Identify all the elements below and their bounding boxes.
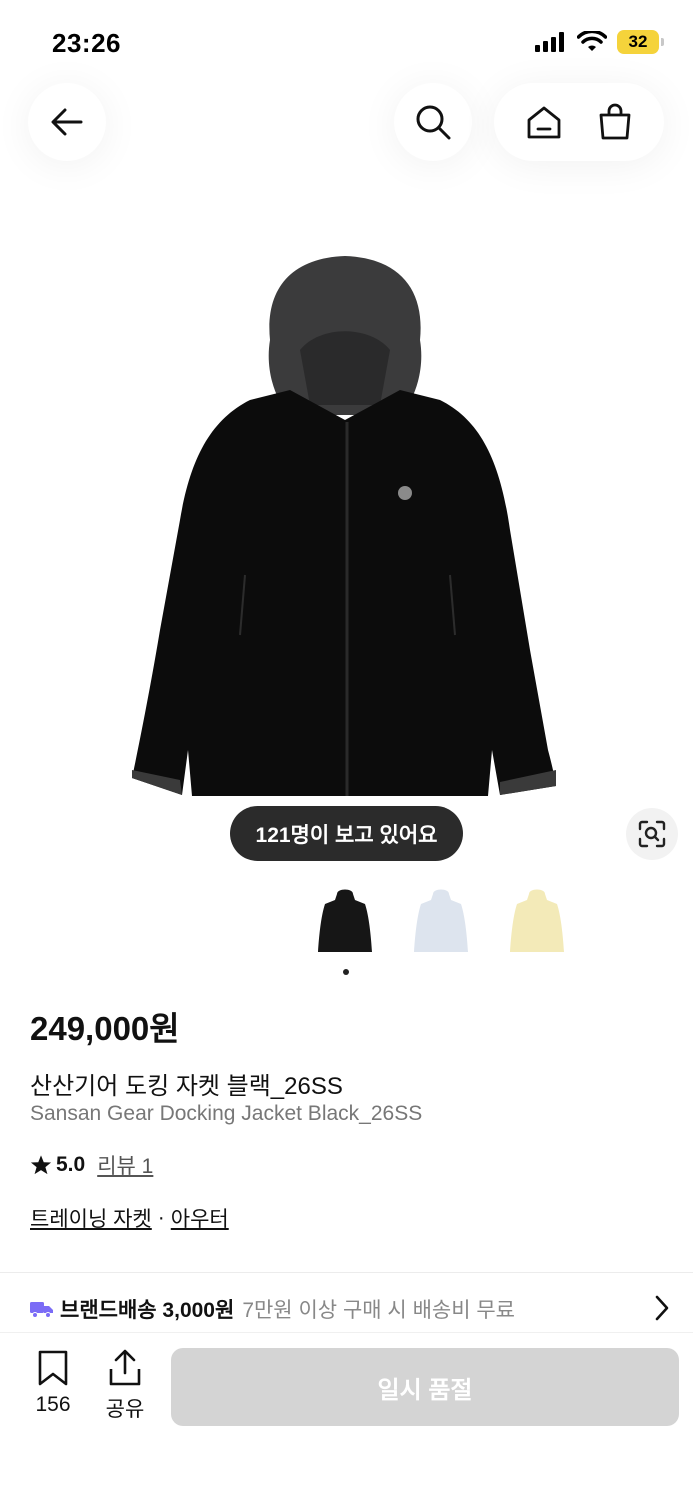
search-icon (416, 105, 451, 140)
jacket-thumbnail-cream (510, 889, 564, 952)
product-name-korean: 산산기어 도킹 자켓 블랙_26SS (30, 1073, 343, 1100)
viewers-count-badge: 121명이 보고 있어요 (230, 806, 463, 861)
product-name-english: Sansan Gear Docking Jacket Black_26SS (30, 1102, 423, 1125)
home-button[interactable] (520, 98, 568, 146)
review-link[interactable]: 리뷰 1 (97, 1150, 153, 1180)
status-bar: 23:26 32 (0, 0, 693, 80)
thumbnail-cream[interactable] (502, 884, 572, 958)
shopping-bag-icon (599, 103, 630, 140)
cellular-signal-icon (535, 32, 564, 52)
rating-row: 5.0 리뷰 1 (30, 1150, 153, 1180)
status-icons: 32 (535, 30, 664, 54)
product-price: 249,000원 (30, 1010, 180, 1047)
thumbnail-light-blue[interactable] (406, 884, 476, 958)
battery-level: 32 (628, 32, 648, 51)
status-time: 23:26 (52, 28, 121, 58)
jacket-thumbnail-black (318, 889, 372, 952)
search-button[interactable] (394, 83, 472, 161)
share-icon (109, 1349, 141, 1386)
star-icon (30, 1155, 52, 1175)
home-icon (527, 106, 560, 139)
category-link-training-jacket[interactable]: 트레이닝 자켓 (30, 1203, 152, 1233)
wifi-icon (577, 31, 607, 51)
shipping-info-row[interactable]: 브랜드배송 3,000원 7만원 이상 구매 시 배송비 무료 (30, 1292, 670, 1326)
shipping-fee: 브랜드배송 3,000원 (60, 1299, 235, 1322)
sold-out-button[interactable]: 일시 품절 (171, 1348, 679, 1426)
category-link-outer[interactable]: 아우터 (171, 1203, 229, 1233)
jacket-image (132, 256, 556, 796)
section-divider (0, 1272, 693, 1273)
bookmark-icon (38, 1350, 68, 1386)
carousel-indicator-dot (343, 969, 349, 975)
bookmark-button[interactable]: 156 (28, 1349, 78, 1417)
arrow-left-icon (51, 108, 83, 136)
category-separator: · (157, 1206, 165, 1229)
jacket-thumbnail-light-blue (414, 889, 468, 952)
rating-score: 5.0 (56, 1153, 86, 1176)
share-label: 공유 (105, 1398, 145, 1421)
category-breadcrumb: 트레이닝 자켓 · 아우터 (30, 1203, 229, 1233)
truck-icon (30, 1302, 53, 1318)
chevron-right-icon (655, 1295, 669, 1321)
image-search-button[interactable] (626, 808, 678, 860)
back-button[interactable] (28, 83, 106, 161)
bottom-action-bar: 156 공유 일시 품절 (0, 1332, 693, 1500)
color-thumbnails (310, 884, 572, 958)
image-search-icon (638, 820, 666, 848)
bookmark-count: 156 (35, 1393, 71, 1416)
thumbnail-black[interactable] (310, 884, 380, 958)
cart-button[interactable] (591, 98, 639, 146)
home-cart-group (494, 83, 664, 161)
free-shipping-note: 7만원 이상 구매 시 배송비 무료 (242, 1299, 516, 1322)
battery-indicator: 32 (617, 30, 664, 54)
share-button[interactable]: 공유 (100, 1349, 150, 1423)
product-image[interactable] (0, 230, 693, 870)
